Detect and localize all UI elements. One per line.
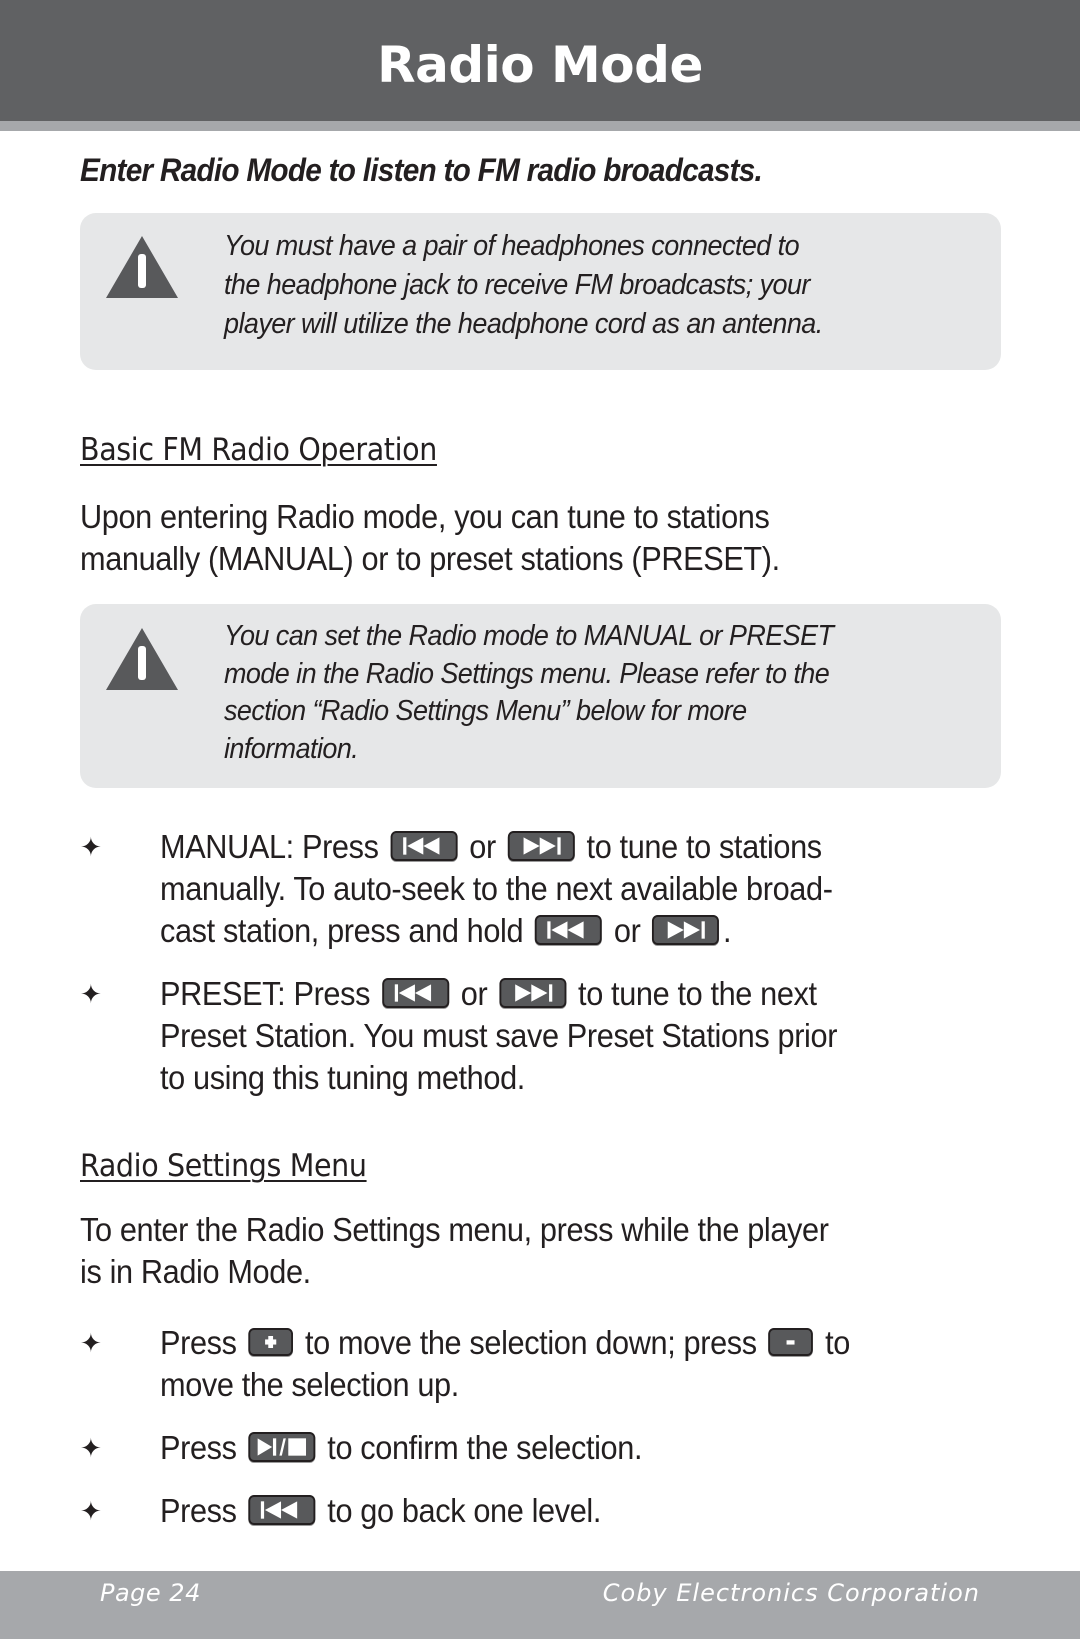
text-line: to using this tuning method.: [160, 1059, 525, 1096]
note-radio-mode: You can set the Radio mode to MANUAL or …: [80, 604, 1001, 788]
section-heading-basic-fm: Basic FM Radio Operation: [80, 432, 437, 468]
page-number: Page 24: [100, 1579, 201, 1607]
text-fragment: to tune to the next: [569, 975, 817, 1012]
page-footer: Page 24 Coby Electronics Corporation: [0, 1571, 1080, 1639]
bullet-star-icon: ✦: [80, 832, 102, 862]
text-line: move the selection up.: [160, 1366, 459, 1403]
text-fragment: Press: [160, 1492, 245, 1529]
text-fragment: Press: [160, 1429, 245, 1466]
bullet-text: PRESET: Press or to tune to the next Pre…: [160, 973, 1016, 1099]
text-line: Preset Station. You must save Preset Sta…: [160, 1017, 838, 1054]
company-name: Coby Electronics Corporation: [602, 1579, 980, 1607]
bullet-text: MANUAL: Press or to tune to stations man…: [160, 826, 1016, 952]
bullet-star-icon: ✦: [80, 1496, 102, 1526]
previous-button-icon: [390, 831, 458, 862]
page-title: Radio Mode: [377, 35, 703, 94]
next-button-icon: [507, 831, 575, 862]
note-text: You can set the Radio mode to MANUAL or …: [224, 620, 834, 765]
bullet-text: Press to confirm the selection.: [160, 1427, 1016, 1469]
basic-fm-paragraph: Upon entering Radio mode, you can tune t…: [80, 498, 780, 577]
text-fragment: .: [723, 912, 732, 949]
page-header: Radio Mode: [0, 0, 1080, 121]
previous-button-icon: [535, 915, 603, 946]
text-fragment: PRESET: Press: [160, 975, 379, 1012]
plus-button-icon: [248, 1328, 294, 1357]
bullet-star-icon: ✦: [80, 979, 102, 1009]
header-divider: [0, 121, 1080, 131]
next-button-icon: [652, 915, 720, 946]
text-fragment: to go back one level.: [319, 1492, 602, 1529]
radio-settings-paragraph: To enter the Radio Settings menu, press …: [80, 1211, 829, 1290]
bullet-text: Press to move the selection down; press …: [160, 1322, 1016, 1406]
intro-heading: Enter Radio Mode to listen to FM radio b…: [80, 152, 763, 188]
bullet-text: Press to go back one level.: [160, 1490, 1016, 1532]
note-headphones: You must have a pair of headphones conne…: [80, 213, 1001, 370]
text-fragment: to confirm the selection.: [319, 1429, 643, 1466]
previous-button-icon: [248, 1495, 316, 1526]
text-line: manually. To auto-seek to the next avail…: [160, 870, 833, 907]
text-fragment: or: [452, 975, 496, 1012]
text-fragment: MANUAL: Press: [160, 828, 387, 865]
text-fragment: or: [461, 828, 504, 865]
note-text: You must have a pair of headphones conne…: [224, 230, 823, 340]
warning-icon: [106, 628, 178, 690]
text-fragment: or: [605, 912, 649, 949]
text-fragment: to tune to stations: [578, 828, 823, 865]
section-heading-radio-settings: Radio Settings Menu: [80, 1148, 367, 1184]
warning-icon: [106, 236, 178, 298]
minus-button-icon: [768, 1328, 814, 1357]
play-stop-button-icon: [248, 1432, 316, 1463]
text-fragment: to: [816, 1324, 850, 1361]
next-button-icon: [499, 978, 567, 1009]
text-fragment: to move the selection down; press: [296, 1324, 765, 1361]
bullet-star-icon: ✦: [80, 1433, 102, 1463]
text-fragment: cast station, press and hold: [160, 912, 532, 949]
text-fragment: Press: [160, 1324, 245, 1361]
previous-button-icon: [381, 978, 449, 1009]
bullet-star-icon: ✦: [80, 1328, 102, 1358]
